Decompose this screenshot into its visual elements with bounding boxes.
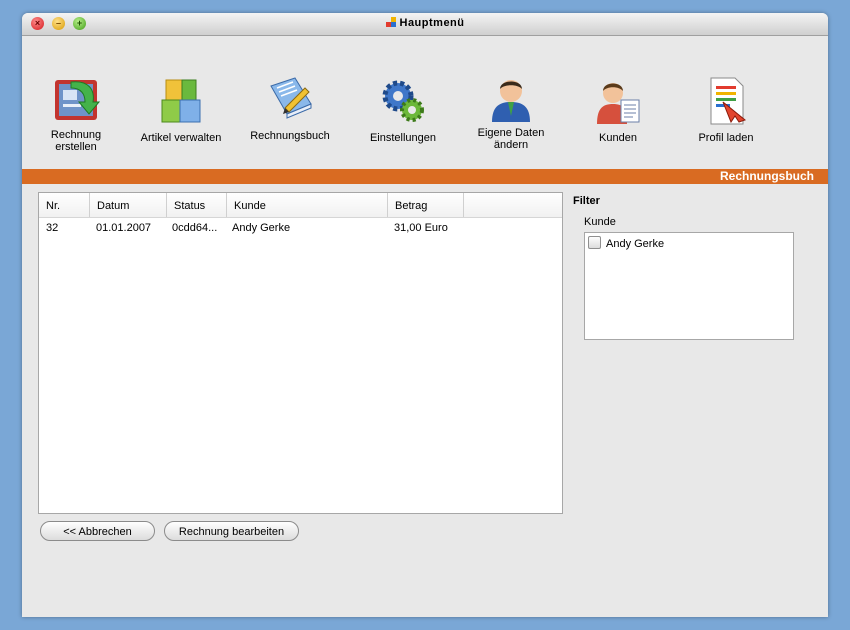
column-header-nr[interactable]: Nr. bbox=[39, 193, 90, 217]
column-header-status[interactable]: Status bbox=[167, 193, 227, 217]
invoice-list[interactable]: Nr. Datum Status Kunde Betrag 32 01.01.2… bbox=[38, 192, 563, 514]
filter-kunde-label: Kunde bbox=[584, 216, 616, 228]
toolbar-artikel-verwalten[interactable]: Artikel verwalten bbox=[133, 76, 229, 144]
toolbar-rechnungsbuch[interactable]: Rechnungsbuch bbox=[242, 74, 338, 142]
toolbar-label: Artikel verwalten bbox=[140, 132, 222, 144]
boxes-icon bbox=[161, 79, 201, 123]
cell-nr: 32 bbox=[46, 222, 59, 234]
column-header-empty bbox=[464, 193, 562, 217]
customer-card-icon bbox=[597, 83, 640, 124]
cell-status: 0cdd64... bbox=[172, 222, 218, 234]
gears-icon bbox=[382, 80, 424, 122]
profile-load-icon bbox=[710, 77, 747, 125]
toolbar-label: Rechnungsbuch bbox=[250, 130, 330, 142]
invoice-create-icon bbox=[55, 80, 101, 120]
toolbar-label: ändern bbox=[493, 139, 529, 151]
toolbar-kunden[interactable]: Kunden bbox=[570, 76, 666, 144]
kunde-filter-list[interactable]: Andy Gerke bbox=[584, 232, 794, 340]
column-header-datum[interactable]: Datum bbox=[90, 193, 167, 217]
toolbar-label: Eigene Daten bbox=[477, 127, 545, 139]
window-title-text: Hauptmenü bbox=[399, 17, 465, 29]
cell-betrag: 31,00 Euro bbox=[394, 222, 448, 234]
filter-option[interactable]: Andy Gerke bbox=[588, 236, 664, 250]
main-window: × – + Hauptmenü Rechnung erstellen Artik… bbox=[22, 13, 828, 617]
app-icon bbox=[385, 17, 396, 27]
user-icon bbox=[492, 80, 530, 122]
book-pen-icon bbox=[270, 77, 312, 119]
main-toolbar: Rechnung erstellen Artikel verwalten Rec… bbox=[22, 36, 828, 166]
toolbar-eigene-daten[interactable]: Eigene Daten ändern bbox=[463, 74, 559, 151]
window-title: Hauptmenü bbox=[22, 17, 828, 29]
toolbar-label: Profil laden bbox=[698, 132, 754, 144]
column-header-kunde[interactable]: Kunde bbox=[227, 193, 388, 217]
edit-invoice-button[interactable]: Rechnung bearbeiten bbox=[164, 521, 299, 541]
table-row[interactable]: 32 01.01.2007 0cdd64... Andy Gerke 31,00… bbox=[39, 222, 562, 236]
toolbar-label: Einstellungen bbox=[369, 132, 437, 144]
filter-title: Filter bbox=[573, 195, 600, 207]
toolbar-profil-laden[interactable]: Profil laden bbox=[678, 76, 774, 144]
toolbar-label: erstellen bbox=[55, 141, 97, 153]
toolbar-einstellungen[interactable]: Einstellungen bbox=[355, 76, 451, 144]
filter-option-label: Andy Gerke bbox=[606, 238, 665, 250]
section-header: Rechnungsbuch bbox=[22, 169, 828, 184]
title-bar: × – + Hauptmenü bbox=[22, 13, 828, 36]
cell-datum: 01.01.2007 bbox=[96, 222, 152, 234]
checkbox[interactable] bbox=[588, 236, 601, 249]
cell-kunde: Andy Gerke bbox=[232, 222, 291, 234]
toolbar-label: Kunden bbox=[599, 132, 637, 144]
toolbar-label: Rechnung bbox=[50, 129, 102, 141]
cancel-button[interactable]: << Abbrechen bbox=[40, 521, 155, 541]
list-header: Nr. Datum Status Kunde Betrag bbox=[39, 193, 562, 218]
column-header-betrag[interactable]: Betrag bbox=[388, 193, 464, 217]
toolbar-rechnung-erstellen[interactable]: Rechnung erstellen bbox=[28, 76, 124, 153]
